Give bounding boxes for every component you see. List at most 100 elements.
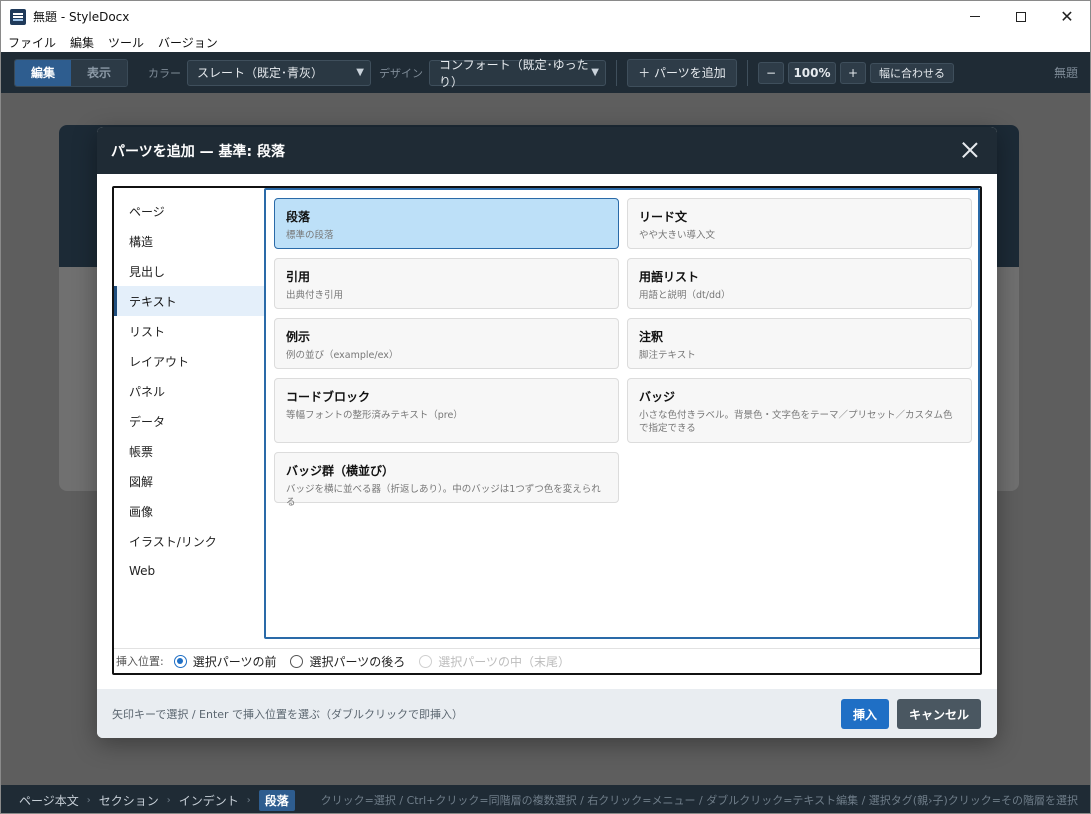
menu-version[interactable]: バージョン [151, 34, 225, 51]
category-item[interactable]: 図解 [114, 466, 264, 496]
breadcrumb: ページ本文 › セクション › インデント › 段落 [19, 789, 295, 811]
part-card[interactable]: バッジ群（横並び） バッジを横に並べる器（折返しあり）。中のバッジは1つずつ色を… [274, 452, 619, 508]
insert-after-radio[interactable]: 選択パーツの後ろ [290, 653, 405, 670]
category-item[interactable]: リスト [114, 316, 264, 346]
design-select-value: コンフォート（既定･ゆったり） [439, 57, 589, 89]
category-item[interactable]: 帳票 [114, 436, 264, 466]
part-title: リード文 [639, 210, 688, 224]
breadcrumb-item[interactable]: ページ本文 [19, 792, 79, 809]
part-desc: 標準の段落 [286, 230, 334, 241]
part-title: 引用 [286, 270, 311, 284]
zoom-out-button[interactable]: − [758, 61, 784, 84]
mode-edit-button[interactable]: 編集 [15, 59, 71, 86]
dialog-close-icon[interactable] [961, 141, 979, 159]
menu-tools[interactable]: ツール [101, 34, 151, 51]
fit-width-button[interactable]: 幅に合わせる [870, 62, 954, 83]
part-card[interactable]: 引用 出典付き引用 [274, 258, 619, 309]
radio-checked-icon [173, 654, 187, 668]
chevron-right-icon: › [166, 794, 171, 806]
breadcrumb-item-current[interactable]: 段落 [258, 789, 295, 811]
maximize-icon [1016, 11, 1026, 22]
part-desc: 等幅フォントの整形済みテキスト（pre） [286, 410, 463, 421]
insert-before-radio[interactable]: 選択パーツの前 [173, 653, 276, 670]
part-title: 注釈 [639, 330, 664, 344]
insert-position-label: 挿入位置: [116, 655, 164, 668]
design-label: デザイン [379, 66, 423, 80]
part-card[interactable]: コードブロック 等幅フォントの整形済みテキスト（pre） [274, 378, 619, 443]
radio-unchecked-icon [290, 654, 304, 668]
part-card[interactable]: 注釈 脚注テキスト [627, 318, 972, 369]
toolbar-divider [616, 59, 617, 86]
chevron-down-icon: ▼ [591, 67, 599, 78]
design-select[interactable]: コンフォート（既定･ゆったり） ▼ [429, 58, 606, 89]
window-title: 無題 - StyleDocx [33, 10, 130, 24]
maximize-button[interactable] [998, 1, 1044, 32]
dialog-title: パーツを追加 — 基準: 段落 [111, 143, 285, 160]
chevron-down-icon: ▼ [356, 67, 364, 78]
app-icon [10, 8, 26, 25]
zoom-in-button[interactable]: + [840, 61, 866, 84]
dialog-footer: 矢印キーで選択 / Enter で挿入位置を選ぶ（ダブルクリックで即挿入） 挿入… [97, 689, 997, 738]
part-desc: 小さな色付きラベル。背景色・文字色をテーマ／プリセット／カスタム色で指定できる [639, 410, 953, 434]
part-card[interactable]: バッジ 小さな色付きラベル。背景色・文字色をテーマ／プリセット／カスタム色で指定… [627, 378, 972, 443]
breadcrumb-item[interactable]: インデント [179, 792, 239, 809]
mode-toggle: 編集 表示 [14, 58, 128, 87]
cancel-button[interactable]: キャンセル [897, 699, 981, 729]
part-title: 段落 [286, 210, 311, 224]
document-name: 無題 [1053, 66, 1078, 80]
radio-label: 選択パーツの中（末尾） [438, 654, 571, 669]
category-item[interactable]: Web [114, 556, 264, 586]
part-title: コードブロック [286, 390, 371, 404]
radio-label: 選択パーツの後ろ [309, 654, 406, 669]
part-desc: バッジを横に並べる器（折返しあり）。中のバッジは1つずつ色を変えられる [286, 484, 601, 508]
part-grid: 段落 標準の段落 リード文 やや大きい導入文 引用 出典付き引用 用語リスト 用… [264, 188, 980, 639]
part-desc: 例の並び（example/ex） [286, 350, 399, 361]
dialog-header: パーツを追加 — 基準: 段落 [97, 127, 997, 174]
part-desc: 出典付き引用 [286, 290, 344, 301]
window-controls: ✕ [952, 1, 1090, 32]
part-card[interactable]: 用語リスト 用語と説明（dt/dd） [627, 258, 972, 309]
add-part-button[interactable]: ＋ パーツを追加 [627, 58, 737, 87]
category-list: ページ 構造 見出し テキスト リスト レイアウト パネル データ 帳票 図解 … [114, 188, 264, 648]
category-item[interactable]: 画像 [114, 496, 264, 526]
mode-view-button[interactable]: 表示 [71, 59, 127, 86]
radio-disabled-icon [419, 654, 433, 668]
keyboard-hint: 矢印キーで選択 / Enter で挿入位置を選ぶ（ダブルクリックで即挿入） [112, 707, 464, 721]
category-item[interactable]: レイアウト [114, 346, 264, 376]
insert-button[interactable]: 挿入 [841, 699, 889, 729]
category-item-active[interactable]: テキスト [114, 286, 264, 316]
category-item[interactable]: イラスト/リンク [114, 526, 264, 556]
breadcrumb-item[interactable]: セクション [99, 792, 159, 809]
color-select-value: スレート（既定･青灰） [197, 66, 324, 80]
part-desc: 脚注テキスト [639, 350, 696, 361]
category-item[interactable]: 見出し [114, 256, 264, 286]
minimize-icon [970, 16, 980, 17]
title-bar: 無題 - StyleDocx ✕ [1, 1, 1090, 32]
status-bar: ページ本文 › セクション › インデント › 段落 クリック=選択 / Ctr… [1, 785, 1090, 813]
menu-file[interactable]: ファイル [1, 34, 63, 51]
close-window-button[interactable]: ✕ [1044, 1, 1090, 32]
minimize-button[interactable] [952, 1, 998, 32]
menu-edit[interactable]: 編集 [63, 34, 101, 51]
category-item[interactable]: ページ [114, 196, 264, 226]
add-part-dialog: パーツを追加 — 基準: 段落 ページ 構造 見出し テキスト リスト レイアウ… [97, 127, 997, 738]
part-desc: 用語と説明（dt/dd） [639, 290, 731, 301]
part-title: バッジ [639, 390, 676, 404]
app-window: 無題 - StyleDocx ✕ ファイル 編集 ツール バージョン 編集 表示… [0, 0, 1091, 814]
toolbar-divider [747, 59, 748, 86]
close-icon: ✕ [1060, 7, 1074, 26]
color-label: カラー [148, 66, 181, 80]
part-card[interactable]: 例示 例の並び（example/ex） [274, 318, 619, 369]
zoom-level[interactable]: 100% [788, 61, 836, 84]
category-item[interactable]: 構造 [114, 226, 264, 256]
chevron-right-icon: › [246, 794, 251, 806]
category-item[interactable]: データ [114, 406, 264, 436]
menu-bar: ファイル 編集 ツール バージョン [1, 32, 1090, 52]
part-desc: やや大きい導入文 [639, 230, 716, 241]
part-card[interactable]: リード文 やや大きい導入文 [627, 198, 972, 249]
part-card-selected[interactable]: 段落 標準の段落 [274, 198, 619, 249]
category-item[interactable]: パネル [114, 376, 264, 406]
part-title: バッジ群（横並び） [286, 464, 395, 478]
color-select[interactable]: スレート（既定･青灰） ▼ [187, 59, 371, 86]
part-title: 用語リスト [639, 270, 700, 284]
